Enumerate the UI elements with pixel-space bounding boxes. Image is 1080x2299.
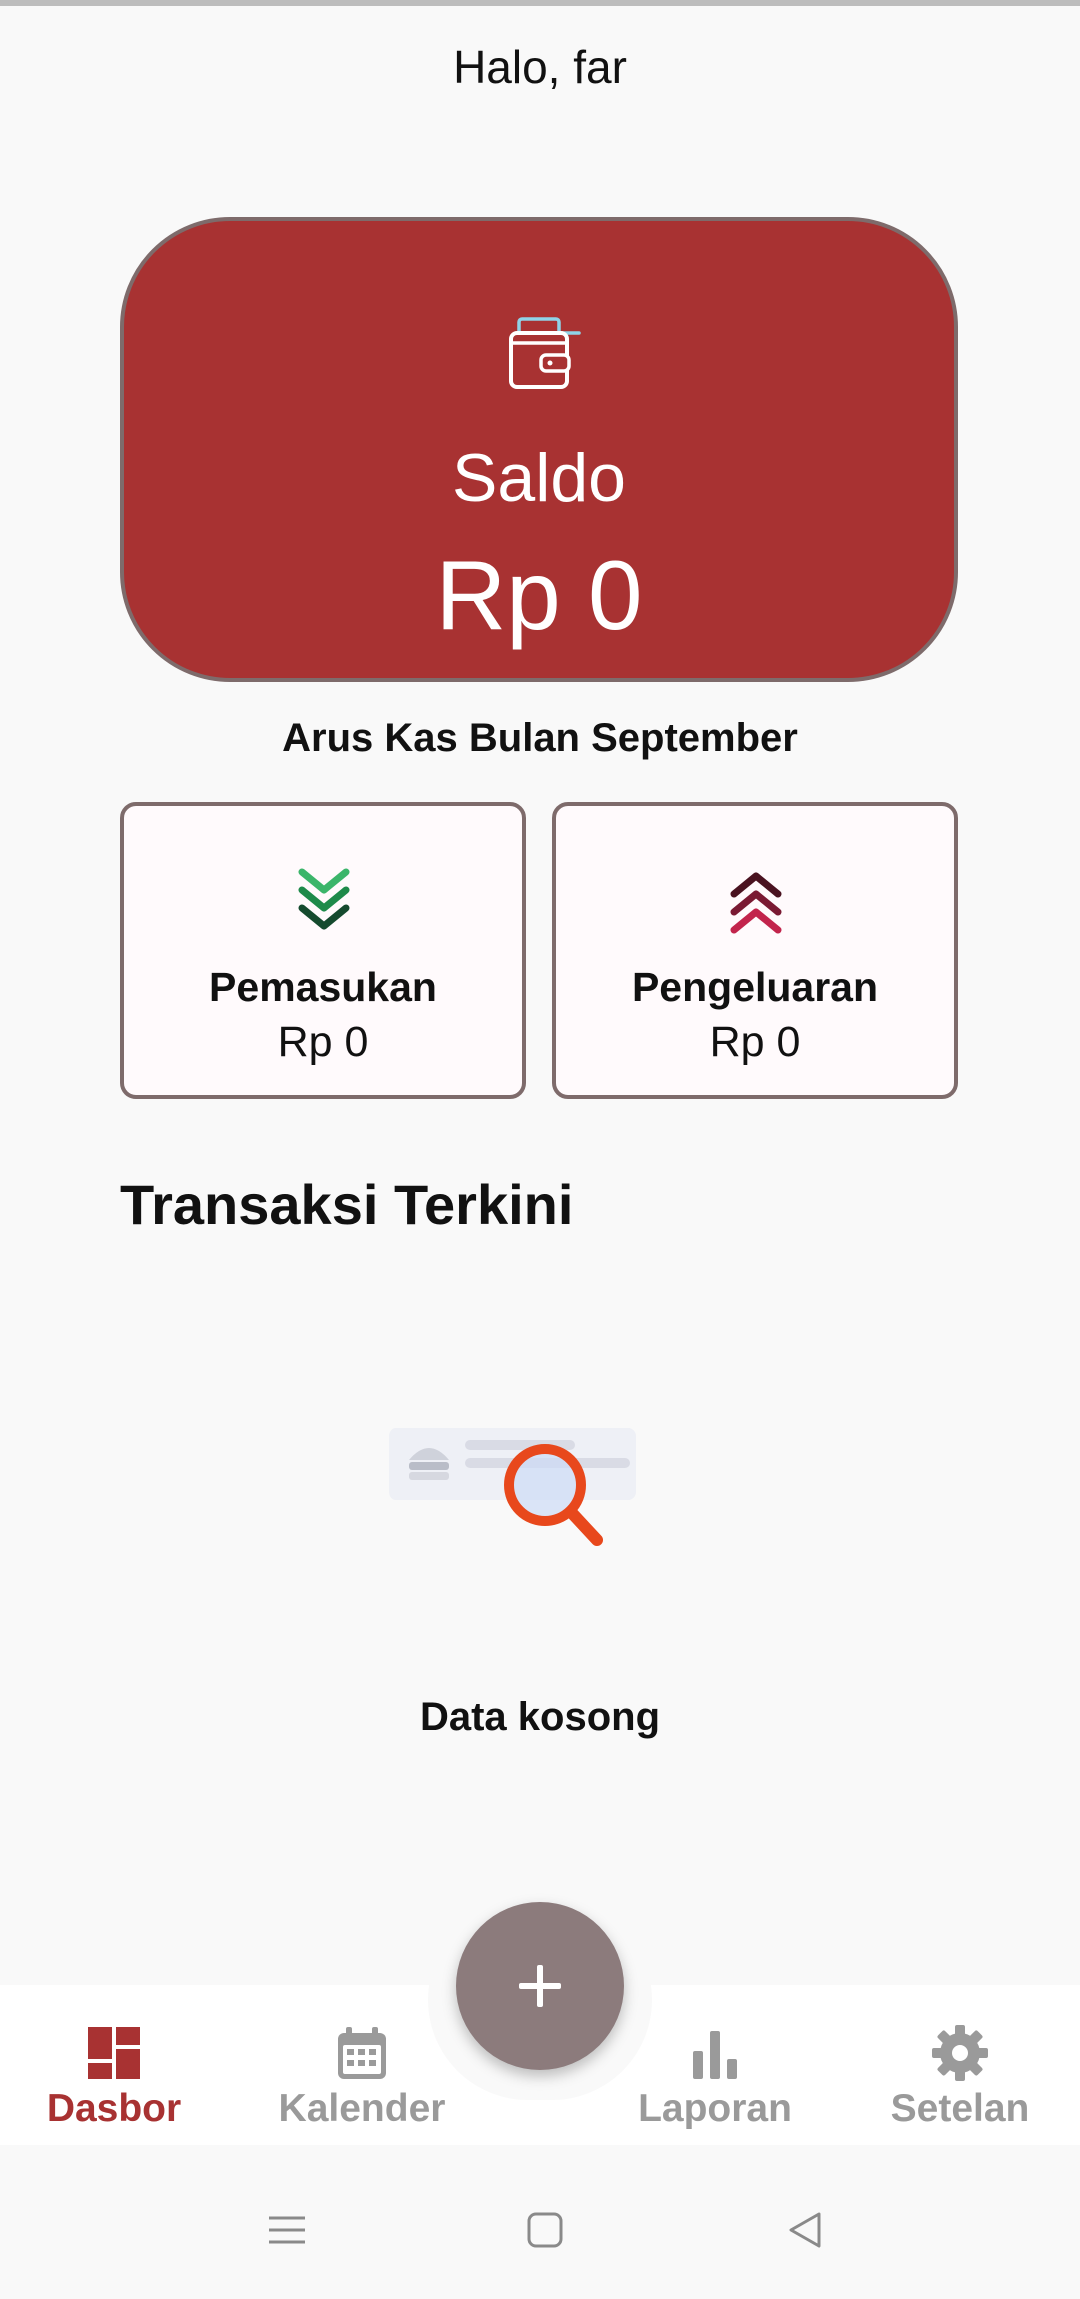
nav-item-laporan[interactable]: Laporan — [625, 1985, 805, 2145]
income-value: Rp 0 — [277, 1018, 369, 1066]
plus-icon — [519, 1965, 561, 2007]
nav-label-laporan: Laporan — [638, 2087, 792, 2130]
income-card[interactable]: Pemasukan Rp 0 — [120, 802, 526, 1099]
home-icon[interactable] — [523, 2208, 567, 2252]
chevrons-up-icon — [730, 872, 782, 934]
bar-chart-icon — [693, 2031, 737, 2079]
nav-label-setelan: Setelan — [890, 2087, 1030, 2130]
balance-label: Saldo — [452, 440, 626, 516]
gear-icon — [932, 2025, 988, 2081]
greeting-text: Halo, far — [453, 41, 627, 93]
income-label: Pemasukan — [209, 964, 437, 1010]
nav-item-setelan[interactable]: Setelan — [870, 1985, 1050, 2145]
calendar-icon — [338, 2027, 386, 2079]
expense-value: Rp 0 — [709, 1018, 801, 1066]
expense-label: Pengeluaran — [631, 964, 879, 1010]
nav-label-kalender: Kalender — [278, 2087, 446, 2130]
recent-transactions-title: Transaksi Terkini — [120, 1173, 574, 1236]
wallet-icon — [509, 317, 581, 389]
add-transaction-button[interactable] — [456, 1902, 624, 2070]
nav-item-dasbor[interactable]: Dasbor — [34, 1985, 194, 2145]
cashflow-title: Arus Kas Bulan September — [282, 716, 798, 760]
expense-card[interactable]: Pengeluaran Rp 0 — [552, 802, 958, 1099]
balance-value: Rp 0 — [435, 540, 643, 650]
status-bar-strip — [0, 0, 1080, 6]
balance-card: Saldo Rp 0 — [120, 217, 958, 682]
system-navigation-bar — [0, 2160, 1080, 2299]
chevrons-down-icon — [298, 868, 350, 930]
nav-label-dasbor: Dasbor — [46, 2087, 182, 2130]
dashboard-icon — [88, 2027, 140, 2079]
menu-icon[interactable] — [265, 2208, 309, 2252]
empty-search-illustration — [389, 1428, 636, 1546]
empty-state-text: Data kosong — [419, 1695, 661, 1739]
back-icon[interactable] — [783, 2208, 827, 2252]
